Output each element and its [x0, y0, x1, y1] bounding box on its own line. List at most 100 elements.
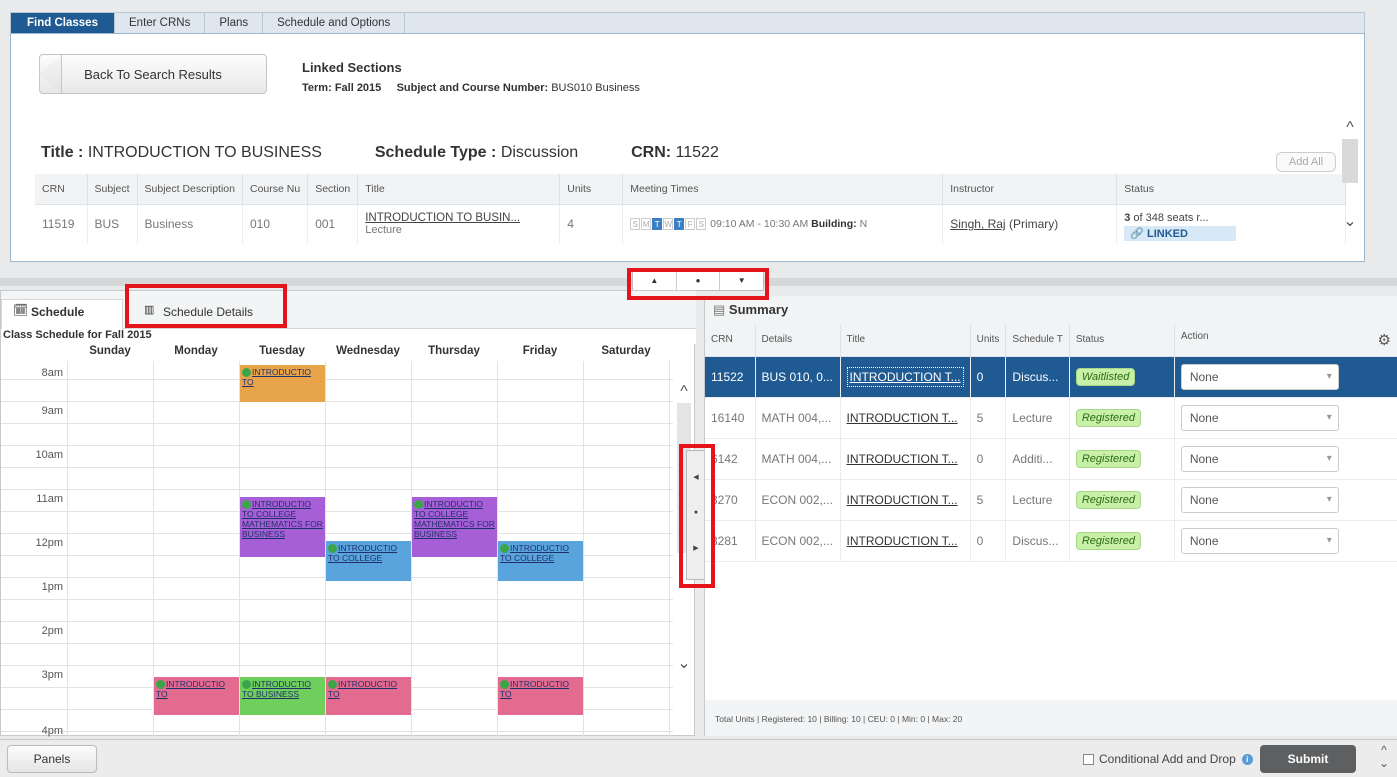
term-label: Term: [302, 82, 332, 94]
tab-schedule-label[interactable]: Schedule [31, 305, 84, 319]
event-tue-3pm[interactable]: INTRODUCTIO TO BUSINESS [240, 677, 325, 715]
page-scroll-control[interactable]: ^ ⌄ [1375, 744, 1393, 770]
col-instructor[interactable]: Instructor [942, 174, 1118, 205]
collapse-up-icon[interactable]: ▲ [633, 272, 677, 290]
tab-find-classes[interactable]: Find Classes [11, 13, 115, 33]
tab-enter-crns[interactable]: Enter CRNs [115, 13, 206, 33]
event-mon-3pm[interactable]: INTRODUCTIO TO [154, 677, 239, 715]
collapse-right-icon[interactable]: ▶ [687, 544, 705, 552]
vertical-splitter-handle[interactable]: ◀ ● ▶ [686, 450, 706, 580]
submit-button[interactable]: Submit [1260, 745, 1356, 773]
col-subject-desc[interactable]: Subject Description [137, 174, 244, 205]
sum-crn: 16140 [705, 397, 756, 439]
col-title[interactable]: Title [357, 174, 561, 205]
info-icon[interactable]: i [1241, 753, 1253, 765]
event-label: INTRODUCTIO TO [242, 367, 312, 388]
center-dot-icon[interactable]: ● [687, 509, 705, 516]
meeting-days: SMTWTFS [630, 218, 710, 231]
event-wed-3pm[interactable]: INTRODUCTIO TO [326, 677, 411, 715]
event-tue-11am[interactable]: INTRODUCTIO TO COLLEGE MATHEMATICS FOR B… [240, 497, 325, 557]
check-icon [242, 680, 251, 690]
sum-col-details[interactable]: Details [755, 324, 841, 357]
event-tue-8am[interactable]: INTRODUCTIO TO [240, 365, 325, 402]
gear-icon[interactable]: ⚙ [1378, 331, 1391, 349]
add-all-button[interactable]: Add All [1276, 152, 1336, 172]
sum-title-link[interactable]: INTRODUCTION T... [847, 493, 958, 507]
action-select[interactable]: None [1180, 363, 1339, 390]
scroll-up-icon[interactable]: ^ [676, 383, 692, 401]
col-crn[interactable]: CRN [35, 174, 88, 205]
panels-button[interactable]: Panels [7, 745, 97, 773]
scroll-thumb[interactable] [1342, 139, 1358, 183]
summary-row[interactable]: 16140 MATH 004,... INTRODUCTION T... 5 L… [705, 397, 1397, 439]
summary-row[interactable]: 3270 ECON 002,... INTRODUCTION T... 5 Le… [705, 479, 1397, 521]
linked-table-scrollbar[interactable]: ^ ⌄ [1342, 119, 1358, 259]
sum-title: INTRODUCTION T... [840, 356, 971, 398]
action-select[interactable]: None [1180, 404, 1339, 431]
sum-title-link[interactable]: INTRODUCTION T... [847, 452, 958, 466]
day-sunday: Sunday [89, 345, 131, 357]
building-value: N [859, 218, 868, 231]
sum-title-link[interactable]: INTRODUCTION T... [847, 411, 958, 425]
sum-col-crn[interactable]: CRN [705, 324, 756, 357]
summary-title: Summary [728, 302, 789, 317]
row-instructor: Singh, Raj (Primary) [942, 204, 1118, 244]
event-fri-12pm[interactable]: INTRODUCTIO TO COLLEGE [498, 541, 583, 581]
action-select[interactable]: None [1180, 445, 1339, 472]
scroll-down-icon[interactable]: ⌄ [676, 653, 692, 673]
calendar-day-header: Sunday Monday Tuesday Wednesday Thursday… [1, 345, 673, 361]
sum-col-status[interactable]: Status [1069, 324, 1175, 357]
sum-col-action[interactable]: Action ⚙ [1174, 324, 1397, 357]
instructor-link[interactable]: Singh, Raj [950, 217, 1005, 231]
summary-row[interactable]: 11522 BUS 010, 0... INTRODUCTION T... 0 … [705, 356, 1397, 398]
building-label: Building: [811, 218, 857, 231]
sum-status: Waitlisted [1069, 356, 1175, 398]
sum-action: None [1174, 438, 1397, 480]
col-section[interactable]: Section [307, 174, 359, 205]
hour-label: 3pm [41, 669, 63, 681]
col-course-num[interactable]: Course Nu [242, 174, 309, 205]
sum-units: 0 [970, 438, 1007, 480]
sum-details: ECON 002,... [755, 479, 841, 521]
summary-row[interactable]: 6142 MATH 004,... INTRODUCTION T... 0 Ad… [705, 438, 1397, 480]
sum-units: 5 [970, 479, 1007, 521]
event-thu-11am[interactable]: INTRODUCTIO TO COLLEGE MATHEMATICS FOR B… [412, 497, 497, 557]
tab-schedule-details[interactable]: Schedule Details [163, 305, 253, 319]
row-title-link[interactable]: INTRODUCTION TO BUSIN... [365, 212, 552, 224]
col-meeting-times[interactable]: Meeting Times [622, 174, 944, 205]
sum-col-title[interactable]: Title [840, 324, 971, 357]
tab-plans[interactable]: Plans [205, 13, 264, 33]
center-dot-icon[interactable]: ● [677, 272, 721, 290]
collapse-left-icon[interactable]: ◀ [687, 473, 705, 481]
event-wed-12pm[interactable]: INTRODUCTIO TO COLLEGE [326, 541, 411, 581]
day-sat: S [696, 218, 707, 231]
back-to-search-button[interactable]: Back To Search Results [39, 54, 267, 94]
conditional-checkbox[interactable] [1083, 753, 1094, 765]
scroll-down-icon[interactable]: ⌄ [1342, 211, 1358, 231]
sum-col-units[interactable]: Units [970, 324, 1007, 357]
col-status[interactable]: Status [1116, 174, 1346, 205]
col-units[interactable]: Units [559, 174, 624, 205]
conditional-add-drop[interactable]: Conditional Add and Drop i [1083, 752, 1253, 766]
sum-action: None [1174, 479, 1397, 521]
scroll-up-icon[interactable]: ^ [1342, 119, 1358, 137]
scroll-down-icon[interactable]: ⌄ [1375, 757, 1393, 770]
sum-details: MATH 004,... [755, 438, 841, 480]
course-title-row: Title : INTRODUCTION TO BUSINESS Schedul… [41, 144, 1346, 166]
instructor-role: (Primary) [1008, 217, 1059, 232]
sum-title-link[interactable]: INTRODUCTION T... [847, 534, 958, 548]
action-select[interactable]: None [1180, 486, 1339, 513]
tab-schedule-options[interactable]: Schedule and Options [263, 13, 406, 33]
collapse-down-icon[interactable]: ▼ [720, 272, 763, 290]
status-text: of 348 seats r... [1133, 211, 1209, 224]
sum-status: Registered [1069, 397, 1175, 439]
action-select[interactable]: None [1180, 527, 1339, 554]
linked-sections-title: Linked Sections [302, 60, 402, 75]
sum-col-schedule[interactable]: Schedule T [1005, 324, 1070, 357]
col-subject[interactable]: Subject [87, 174, 138, 205]
summary-row[interactable]: 3281 ECON 002,... INTRODUCTION T... 0 Di… [705, 520, 1397, 562]
table-row[interactable]: 11519 BUS Business 010 001 INTRODUCTION … [35, 204, 1346, 244]
event-fri-3pm[interactable]: INTRODUCTIO TO [498, 677, 583, 715]
sum-title: INTRODUCTION T... [840, 479, 971, 521]
sum-title-link[interactable]: INTRODUCTION T... [846, 366, 964, 387]
